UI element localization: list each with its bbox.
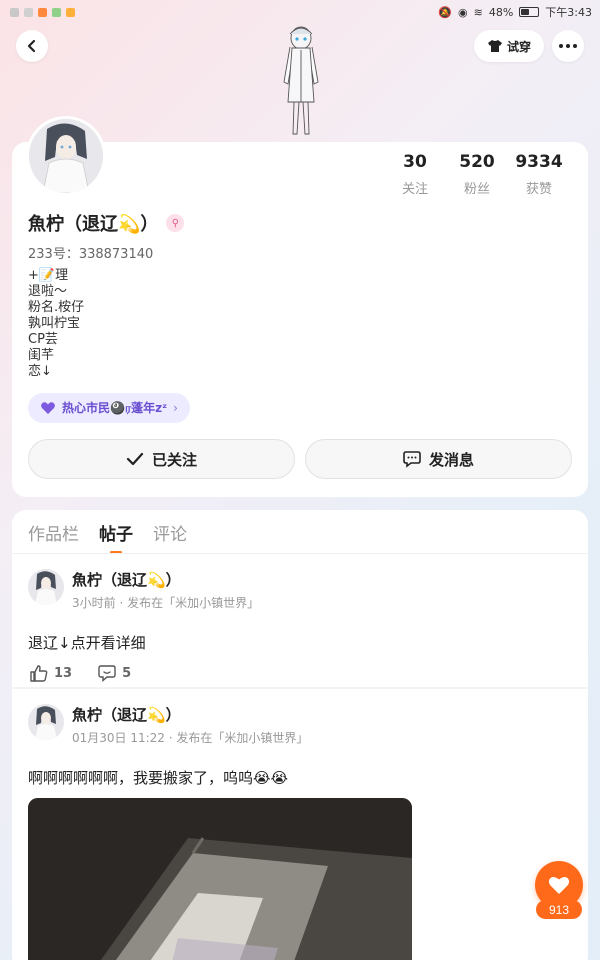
comment-icon <box>98 665 116 682</box>
wifi-icon: ≋ <box>473 5 483 19</box>
tab-posts-label: 帖子 <box>99 525 133 545</box>
stat-label: 关注 <box>401 182 428 197</box>
notification-icon <box>66 7 75 17</box>
like-button[interactable]: 13 <box>30 665 72 682</box>
stat-label: 获赞 <box>525 182 552 197</box>
message-button[interactable]: 发消息 <box>305 439 572 479</box>
post-meta: 3小时前 · 发布在「米加小镇世界」 <box>72 596 260 610</box>
shirt-icon <box>487 40 502 52</box>
notification-icon <box>10 7 19 17</box>
bio-line: 粉名.桉仔 <box>28 300 85 315</box>
post-actions: 13 5 <box>30 665 131 682</box>
try-on-label: 试穿 <box>506 39 531 54</box>
stat-value: 9334 <box>515 152 563 172</box>
battery-icon <box>519 7 540 17</box>
character-avatar-figure[interactable] <box>268 22 334 142</box>
feed-card: 作品栏 帖子 评论 魚柠（退辽💫） 3小时前 · 发布在「米加小镇世界」 退辽↓… <box>12 510 588 960</box>
stat-label: 粉丝 <box>463 182 490 197</box>
bio-line: 闺芊 <box>28 348 55 363</box>
notification-icon <box>24 7 33 17</box>
eye-icon: ◉ <box>458 5 468 19</box>
post-image[interactable] <box>28 798 412 960</box>
stat-value: 30 <box>403 152 427 172</box>
more-icon <box>559 44 577 48</box>
mute-icon: 🔕 <box>438 5 453 19</box>
notification-icon <box>38 7 47 17</box>
avatar-image <box>28 704 64 740</box>
back-button[interactable] <box>16 30 48 62</box>
post-author-avatar[interactable] <box>28 704 64 740</box>
comment-count: 5 <box>122 666 132 681</box>
heart-icon <box>548 876 570 894</box>
post-author-name[interactable]: 魚柠（退辽💫） <box>72 569 181 590</box>
bio-line: 孰叫柠宝 <box>28 316 81 331</box>
post-text: 啊啊啊啊啊啊，我要搬家了，呜呜😭😭 <box>28 769 289 787</box>
profile-uid: 233号：338873140 <box>28 247 154 262</box>
bio-line: CP芸 <box>28 332 58 347</box>
bio-line: 恋↓ <box>28 364 52 379</box>
post-item[interactable]: 魚柠（退辽💫） 3小时前 · 发布在「米加小镇世界」 退辽↓点开看详细 13 5 <box>28 569 576 682</box>
battery-percent: 48% <box>488 5 514 19</box>
follow-button[interactable]: 已关注 <box>28 439 295 479</box>
post-author-avatar[interactable] <box>28 569 64 605</box>
message-icon <box>403 451 421 468</box>
comment-button[interactable]: 5 <box>98 665 131 682</box>
profile-bio: +📝理 退啦～ 粉名.桉仔 孰叫柠宝 CP芸 闺芊 恋↓ <box>28 268 84 380</box>
gender-badge-icon: ⚲ <box>166 214 185 232</box>
post-item[interactable]: 魚柠（退辽💫） 01月30日 11:22 · 发布在「米加小镇世界」 啊啊啊啊啊… <box>28 704 576 960</box>
floating-like-count: 913 <box>536 900 582 919</box>
avatar-image <box>28 569 64 605</box>
profile-stats: 30 关注 520 粉丝 9334 获赞 <box>384 152 570 197</box>
post-photo <box>28 798 412 960</box>
post-text: 退辽↓点开看详细 <box>28 634 146 652</box>
post-meta: 01月30日 11:22 · 发布在「米加小镇世界」 <box>72 731 309 745</box>
like-count: 13 <box>54 666 73 681</box>
clock: 下午3:43 <box>545 6 592 19</box>
thumbs-up-icon <box>30 665 48 682</box>
stat-value: 520 <box>459 152 495 172</box>
profile-name-row: 魚柠（退辽💫） ⚲ <box>28 210 185 236</box>
bio-line: +📝理 <box>28 268 69 283</box>
battery-fill <box>521 9 529 15</box>
tab-works[interactable]: 作品栏 <box>28 520 79 554</box>
avatar-image <box>29 119 103 193</box>
try-on-button[interactable]: 试穿 <box>474 30 544 62</box>
check-icon <box>126 452 144 466</box>
stat-fans[interactable]: 520 粉丝 <box>446 152 508 197</box>
notification-icons <box>10 7 75 17</box>
message-button-label: 发消息 <box>428 450 474 469</box>
divider <box>12 687 588 689</box>
status-bar: 🔕 ◉ ≋ 48% 下午3:43 <box>0 0 600 24</box>
content-tabs: 作品栏 帖子 评论 <box>28 520 187 554</box>
follow-button-label: 已关注 <box>151 450 197 469</box>
stat-likes[interactable]: 9334 获赞 <box>508 152 570 197</box>
more-button[interactable] <box>552 30 584 62</box>
stat-following[interactable]: 30 关注 <box>384 152 446 197</box>
chevron-right-icon: › <box>173 401 178 415</box>
tab-posts[interactable]: 帖子 <box>99 520 133 554</box>
profile-name: 魚柠（退辽💫） <box>28 214 159 235</box>
post-author-name[interactable]: 魚柠（退辽💫） <box>72 704 181 725</box>
tab-comments[interactable]: 评论 <box>153 520 187 554</box>
divider <box>12 553 588 554</box>
bio-line: 退啦～ <box>28 284 68 299</box>
back-arrow-icon <box>27 39 36 53</box>
title-chip-label: 热心市民🎱ர蓬年zᶻ <box>62 401 168 415</box>
profile-avatar[interactable] <box>26 116 106 196</box>
heart-icon <box>41 402 55 414</box>
title-chip[interactable]: 热心市民🎱ர蓬年zᶻ › <box>28 393 190 423</box>
notification-icon <box>52 7 61 17</box>
